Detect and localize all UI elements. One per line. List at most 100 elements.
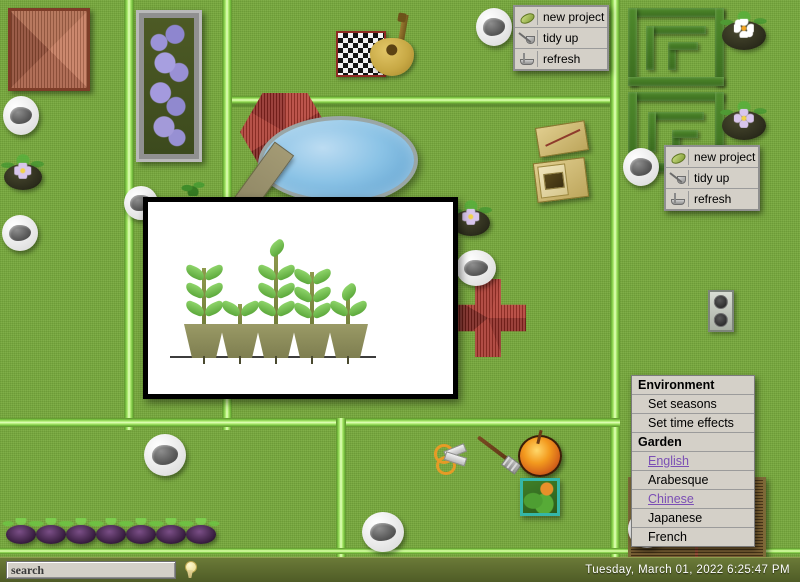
flower [462, 208, 480, 225]
rock-bottom-left[interactable] [144, 434, 186, 476]
menu-item-new-project[interactable]: new project [666, 147, 758, 168]
plant-leaf [338, 281, 360, 303]
settings-menu[interactable]: Environment Set seasons Set time effects… [631, 375, 755, 547]
plant-preview-panel[interactable] [143, 197, 458, 399]
rock-bottom-center[interactable] [362, 512, 404, 552]
plant-leaf [219, 299, 243, 318]
lavender-bed[interactable] [136, 10, 202, 162]
search-input[interactable]: search [6, 561, 176, 579]
context-menu-top[interactable]: new project tidy up refresh [513, 5, 609, 71]
plant-root [203, 356, 205, 364]
plant-pot [292, 324, 332, 358]
plant-4[interactable] [291, 264, 334, 364]
book-bookmark [545, 128, 581, 147]
search-input-value: search [11, 562, 45, 577]
flower [733, 19, 755, 38]
terracotta-patio[interactable] [8, 8, 90, 91]
rock-center-lower[interactable] [456, 250, 496, 286]
hedge-segment [628, 77, 724, 86]
stove[interactable] [708, 290, 734, 332]
menu-item-label: new project [694, 149, 756, 164]
trowel-icon [517, 30, 538, 46]
menu-item-chinese[interactable]: Chinese [632, 490, 754, 509]
hedge-segment [646, 26, 706, 34]
menu-item-label: refresh [694, 191, 732, 206]
hedge-maze-upper[interactable] [628, 8, 724, 86]
path-vertical-right [610, 0, 620, 558]
hedge-segment [648, 112, 704, 120]
seed-icon [517, 9, 538, 25]
plant-root [347, 356, 349, 364]
planter-row-7[interactable] [182, 518, 220, 544]
guitar[interactable] [370, 12, 414, 76]
menu-item-english[interactable]: English [632, 452, 754, 471]
hedge-segment [672, 130, 698, 138]
hedge-segment [668, 42, 698, 50]
plant-leaf [291, 267, 315, 286]
rock-left-2[interactable] [2, 215, 38, 251]
menu-item-label: refresh [543, 51, 581, 66]
plant-pot [184, 324, 224, 358]
hedge-segment [648, 112, 656, 152]
hoe-icon [517, 51, 538, 67]
taskbar: search Tuesday, March 01, 2022 6:25:47 P… [0, 557, 800, 582]
plant-root [311, 356, 313, 364]
menu-item-tidy-up[interactable]: tidy up [515, 28, 607, 49]
plant-leaf [346, 299, 370, 318]
stove-burner-bottom [713, 312, 729, 327]
rock-top-left[interactable] [3, 96, 39, 135]
hedge-segment [628, 8, 637, 86]
open-book[interactable] [532, 156, 590, 204]
menu-group-header-environment: Environment [632, 376, 754, 395]
menu-item-japanese[interactable]: Japanese [632, 509, 754, 528]
seed-icon [668, 149, 689, 165]
plant-leaf [183, 263, 207, 282]
plant-1[interactable] [183, 263, 226, 364]
plant-root [275, 356, 277, 364]
fire-pit[interactable] [518, 435, 562, 477]
menu-item-label: tidy up [543, 30, 579, 45]
plant-2[interactable] [219, 264, 262, 364]
menu-item-set-time-effects[interactable]: Set time effects [632, 414, 754, 433]
pot [186, 525, 216, 544]
flower [733, 109, 755, 128]
sprig-center [178, 176, 208, 196]
hedge-segment [646, 26, 654, 70]
menu-item-tidy-up[interactable]: tidy up [666, 168, 758, 189]
plant-pot [220, 324, 260, 358]
menu-item-label: new project [543, 9, 605, 24]
menu-item-new-project[interactable]: new project [515, 7, 607, 28]
menu-item-refresh[interactable]: refresh [666, 189, 758, 209]
plant-pot [256, 324, 296, 358]
context-menu-right[interactable]: new project tidy up refresh [664, 145, 760, 211]
lavender-plants [144, 18, 194, 154]
rake[interactable] [476, 435, 522, 476]
rock-top-menu[interactable] [476, 8, 512, 46]
guitar-head [397, 12, 407, 23]
plant-5[interactable] [327, 264, 370, 364]
plant-root [239, 356, 241, 364]
menu-item-refresh[interactable]: refresh [515, 49, 607, 69]
plant-tile[interactable] [520, 478, 560, 516]
menu-item-arabesque[interactable]: Arabesque [632, 471, 754, 490]
trowel-icon [668, 170, 689, 186]
hedge-segment [628, 8, 724, 17]
shears[interactable] [434, 437, 472, 476]
planter-right-violet[interactable] [716, 100, 772, 140]
planter-left-1[interactable] [0, 154, 47, 190]
plant-3[interactable] [255, 234, 298, 364]
plant-leaf [266, 237, 288, 259]
path-horizontal-mid [0, 418, 620, 427]
plant-row [148, 202, 453, 394]
bulb-base [187, 570, 193, 578]
menu-item-french[interactable]: French [632, 528, 754, 546]
rock-right-mid[interactable] [623, 148, 659, 186]
planter-right-daisy[interactable] [716, 10, 772, 50]
path-vertical-lower [336, 418, 346, 558]
clock[interactable]: Tuesday, March 01, 2022 6:25:47 PM [585, 564, 790, 576]
menu-item-label: tidy up [694, 170, 730, 185]
menu-item-set-seasons[interactable]: Set seasons [632, 395, 754, 414]
book-illustration [543, 171, 565, 191]
lightbulb-icon[interactable] [184, 561, 197, 579]
menu-group-header-garden: Garden [632, 433, 754, 452]
